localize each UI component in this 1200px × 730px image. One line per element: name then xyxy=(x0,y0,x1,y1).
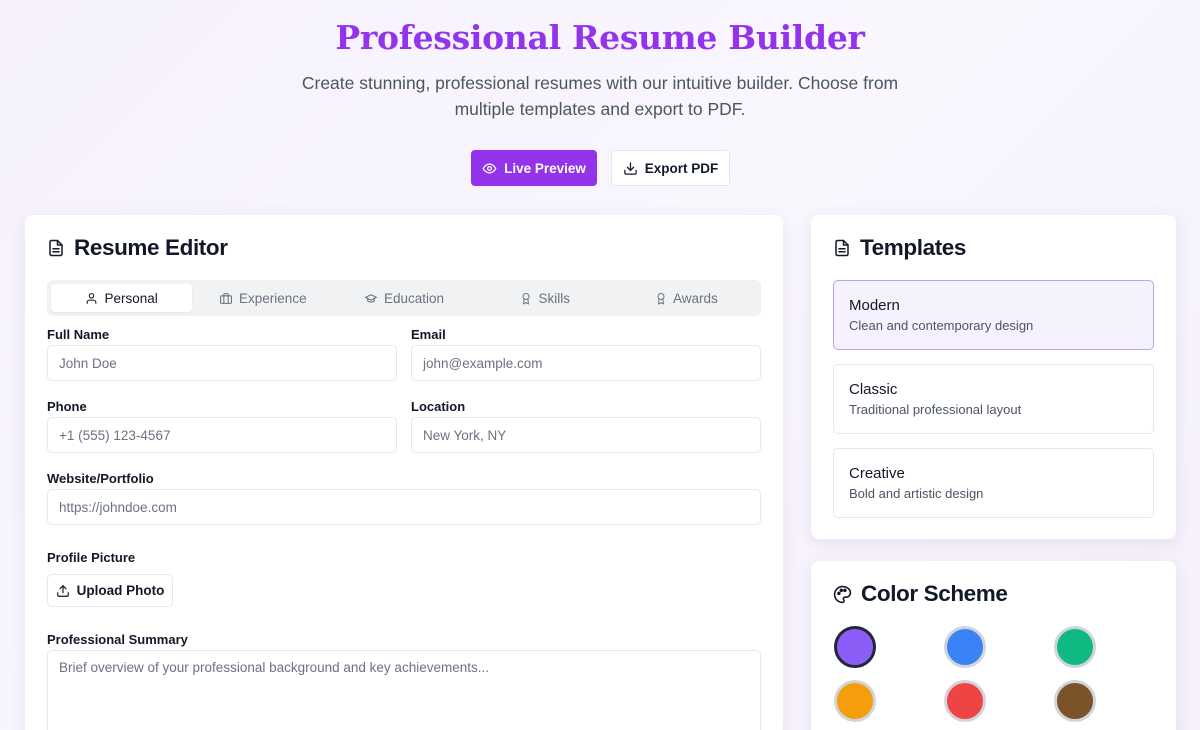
tab-education-label: Education xyxy=(383,290,445,306)
editor-title: Resume Editor xyxy=(74,235,228,260)
export-pdf-button[interactable]: Export PDF xyxy=(611,150,730,186)
color-swatch-amber[interactable] xyxy=(834,680,876,722)
hero-actions: Live Preview Export PDF xyxy=(0,150,1200,187)
profile-picture-label: Profile Picture xyxy=(47,550,136,565)
color-scheme-title: Color Scheme xyxy=(861,581,1008,606)
color-scheme-heading: Color Scheme xyxy=(833,581,1008,607)
template-description: Bold and artistic design xyxy=(849,486,984,501)
location-input[interactable] xyxy=(411,417,761,453)
phone-label: Phone xyxy=(47,399,87,414)
color-swatch-red[interactable] xyxy=(944,680,986,722)
templates-card: Templates Modern Clean and contemporary … xyxy=(811,215,1176,539)
download-icon xyxy=(623,161,638,176)
color-scheme-card: Color Scheme xyxy=(811,561,1176,730)
editor-heading: Resume Editor xyxy=(47,235,228,261)
upload-photo-button[interactable]: Upload Photo xyxy=(47,574,173,607)
eye-icon xyxy=(482,161,497,176)
website-label: Website/Portfolio xyxy=(47,471,154,486)
website-input[interactable] xyxy=(47,489,761,525)
email-field[interactable] xyxy=(411,345,761,381)
summary-label: Professional Summary xyxy=(47,632,188,647)
live-preview-button[interactable]: Live Preview xyxy=(471,150,597,186)
tab-experience-label: Experience xyxy=(239,290,307,306)
file-text-icon xyxy=(833,238,851,258)
templates-heading: Templates xyxy=(833,235,966,261)
file-text-icon xyxy=(47,238,65,258)
template-name: Modern xyxy=(849,297,900,314)
color-swatch-blue[interactable] xyxy=(944,626,986,668)
template-option-modern[interactable]: Modern Clean and contemporary design xyxy=(833,280,1154,350)
template-name: Creative xyxy=(849,465,905,482)
tab-personal[interactable]: Personal xyxy=(51,284,193,312)
editor-tabs: Personal Experience Education Skills Awa… xyxy=(47,280,761,316)
export-pdf-label: Export PDF xyxy=(644,160,719,176)
upload-photo-label: Upload Photo xyxy=(76,583,165,598)
template-description: Traditional professional layout xyxy=(849,402,1022,417)
graduation-cap-icon xyxy=(364,292,378,305)
color-swatch-brown[interactable] xyxy=(1054,680,1096,722)
page-title: Professional Resume Builder xyxy=(335,18,865,57)
color-swatch-purple[interactable] xyxy=(834,626,876,668)
live-preview-label: Live Preview xyxy=(504,160,586,176)
tab-awards[interactable]: Awards xyxy=(616,284,757,312)
tab-skills-label: Skills xyxy=(538,290,570,306)
tab-skills[interactable]: Skills xyxy=(475,284,616,312)
award-icon xyxy=(520,292,532,305)
templates-title: Templates xyxy=(860,235,967,260)
location-label: Location xyxy=(411,399,466,414)
resume-editor-card: Resume Editor Personal Experience Educat… xyxy=(25,215,783,730)
award-icon xyxy=(655,292,667,305)
template-name: Classic xyxy=(849,381,898,398)
tab-personal-label: Personal xyxy=(104,290,158,306)
template-option-classic[interactable]: Classic Traditional professional layout xyxy=(833,364,1154,434)
user-icon xyxy=(85,292,98,305)
template-option-creative[interactable]: Creative Bold and artistic design xyxy=(833,448,1154,518)
summary-textarea[interactable] xyxy=(47,650,761,730)
tab-education[interactable]: Education xyxy=(333,284,474,312)
full-name-input[interactable] xyxy=(47,345,397,381)
template-description: Clean and contemporary design xyxy=(849,318,1034,333)
tab-experience[interactable]: Experience xyxy=(192,284,333,312)
phone-input[interactable] xyxy=(47,417,397,453)
color-swatch-green[interactable] xyxy=(1054,626,1096,668)
upload-icon xyxy=(56,584,70,598)
page-subtitle: Create stunning, professional resumes wi… xyxy=(301,73,899,119)
palette-icon xyxy=(833,585,852,604)
tab-awards-label: Awards xyxy=(673,290,718,306)
email-label: Email xyxy=(411,327,446,342)
full-name-label: Full Name xyxy=(47,327,110,342)
briefcase-icon xyxy=(219,292,233,305)
